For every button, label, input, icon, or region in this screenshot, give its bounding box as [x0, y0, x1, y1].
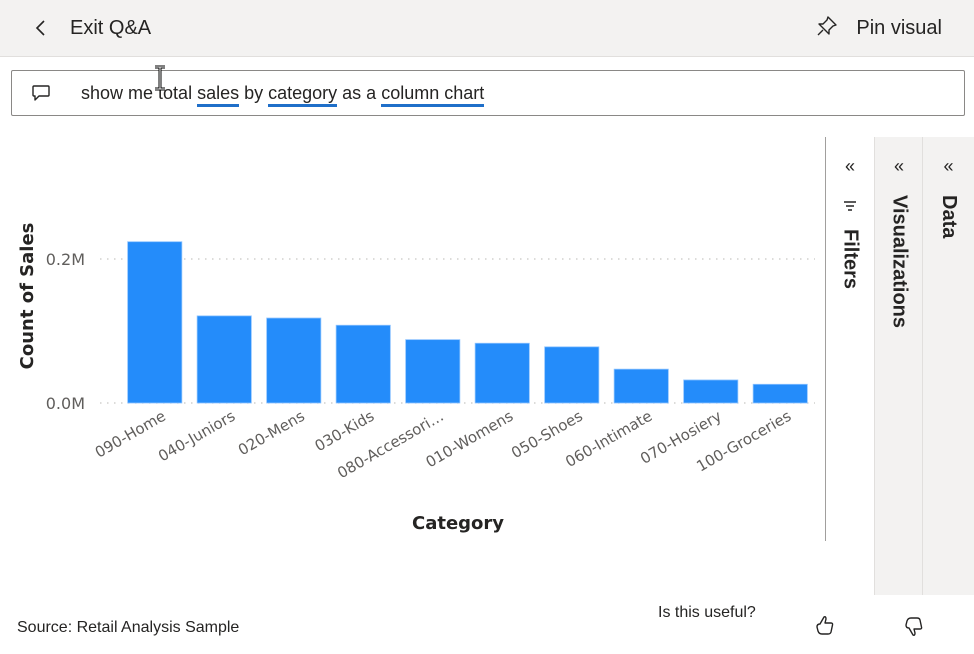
thumbs-down-button[interactable]: [902, 614, 926, 638]
thumbs-down-icon: [905, 617, 923, 636]
y-axis-ticks: 0.0M 0.2M: [46, 250, 85, 413]
x-axis-title: Category: [412, 513, 504, 534]
pin-visual-label: Pin visual: [856, 16, 942, 39]
y-axis-title: Count of Sales: [17, 223, 38, 370]
source-label: Source: Retail Analysis Sample: [17, 619, 240, 636]
bar-070-hosiery[interactable]: [683, 379, 739, 404]
exit-qa-button[interactable]: Exit Q&A: [30, 14, 151, 42]
qa-keyword-column-chart: column chart: [381, 82, 485, 107]
filters-pane[interactable]: « Filters: [825, 137, 874, 541]
thumbs-up-icon: [816, 616, 834, 635]
qa-segment: by: [239, 82, 269, 103]
column-chart: 0.0M 0.2M 090-Home 040-Juniors 020-Mens 030-…: [0, 130, 825, 590]
visualizations-pane[interactable]: « Visualizations: [874, 137, 923, 595]
top-bar: Exit Q&A Pin visual: [0, 0, 974, 57]
filters-collapse-button[interactable]: «: [826, 157, 874, 175]
chevron-left-icon: [30, 17, 52, 39]
chart-svg: 0.0M 0.2M 090-Home040-Juniors020-Mens 030-…: [17, 223, 815, 534]
bar-040-juniors[interactable]: [196, 315, 252, 404]
qa-keyword-category: category: [268, 82, 338, 107]
data-pane-label: Data: [938, 195, 960, 239]
bar-010-womens[interactable]: [474, 342, 530, 404]
bar-080-accessori[interactable]: [405, 339, 461, 404]
filter-icon: [843, 199, 857, 213]
x-tick-label: 040-Juniors: [155, 407, 238, 466]
x-tick-label: 020-Mens: [235, 407, 308, 459]
pin-icon: [816, 15, 838, 42]
x-axis-ticks: 090-Home040-Juniors020-Mens 030-Kids080-A…: [92, 407, 794, 482]
text-cursor-icon: [153, 65, 167, 91]
qa-segment: show me total: [81, 82, 198, 103]
data-collapse-button[interactable]: «: [923, 157, 974, 175]
bar-060-intimate[interactable]: [613, 368, 669, 404]
feedback-prompt: Is this useful?: [658, 604, 756, 621]
visualizations-collapse-button[interactable]: «: [875, 157, 923, 175]
y-tick-label: 0.0M: [46, 394, 85, 413]
thumbs-up-button[interactable]: [813, 614, 837, 638]
bar-020-mens[interactable]: [266, 317, 322, 404]
chat-bubble-icon: [31, 82, 53, 104]
bar-100-groceries[interactable]: [752, 383, 808, 404]
filters-pane-label: Filters: [839, 229, 862, 290]
bar-050-shoes[interactable]: [544, 346, 600, 404]
data-pane[interactable]: « Data: [922, 137, 974, 595]
y-tick-label: 0.2M: [46, 250, 85, 269]
bar-030-kids[interactable]: [335, 324, 391, 404]
qa-segment: as a: [337, 82, 382, 103]
qa-keyword-sales: sales: [197, 82, 240, 107]
bars: [127, 241, 808, 404]
bar-090-home[interactable]: [127, 241, 183, 404]
qa-question-text: show me total sales by category as a col…: [61, 62, 485, 125]
exit-qa-label: Exit Q&A: [70, 16, 152, 39]
visualizations-pane-label: Visualizations: [888, 195, 911, 329]
pin-visual-button[interactable]: Pin visual: [816, 14, 942, 42]
